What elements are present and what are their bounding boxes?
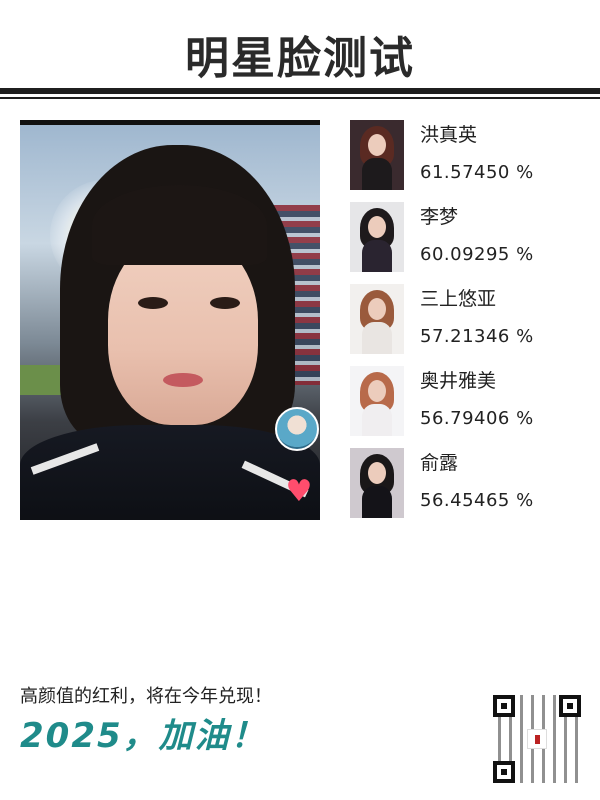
right-eye [210, 297, 240, 309]
thumbnail-body [362, 322, 392, 354]
similarity-score: 56.45465 % [420, 490, 534, 511]
page: 明星脸测试 ♥ 洪真英 61.57450 % 李梦 60.09295 % 三上悠… [0, 0, 600, 800]
similarity-score: 60.09295 % [420, 244, 534, 265]
bangs [92, 185, 267, 265]
celebrity-name: 俞露 [420, 452, 459, 474]
result-item: 李梦 60.09295 % [350, 202, 570, 272]
uploaded-photo: ♥ [20, 120, 320, 520]
header-divider-thin [0, 97, 600, 99]
result-item: 奥井雅美 56.79406 % [350, 366, 570, 436]
slogan-headline: 2025，加油！ [20, 716, 267, 756]
celebrity-thumbnail [350, 448, 404, 518]
celebrity-thumbnail [350, 120, 404, 190]
thumbnail-face [368, 462, 386, 484]
qr-finder [493, 761, 515, 783]
qr-logo [527, 729, 547, 749]
thumbnail-body [362, 240, 392, 272]
header-divider-thick [0, 88, 600, 94]
qr-finder [493, 695, 515, 717]
left-eye [138, 297, 168, 309]
result-item: 俞露 56.45465 % [350, 448, 570, 518]
celebrity-name: 三上悠亚 [420, 288, 497, 310]
slogan-line: 高颜值的红利，将在今年兑现！ [20, 686, 272, 707]
thumbnail-face [368, 216, 386, 238]
profile-avatar-badge [275, 407, 319, 451]
thumbnail-body [362, 404, 392, 436]
celebrity-name: 奥井雅美 [420, 370, 497, 392]
lips [163, 373, 203, 387]
thumbnail-body [362, 158, 392, 190]
similarity-score: 56.79406 % [420, 408, 534, 429]
result-item: 三上悠亚 57.21346 % [350, 284, 570, 354]
celebrity-thumbnail [350, 366, 404, 436]
result-item: 洪真英 61.57450 % [350, 120, 570, 190]
celebrity-thumbnail [350, 202, 404, 272]
celebrity-thumbnail [350, 284, 404, 354]
thumbnail-body [362, 486, 392, 518]
similarity-score: 57.21346 % [420, 326, 534, 347]
thumbnail-face [368, 380, 386, 402]
celebrity-name: 洪真英 [420, 124, 478, 146]
thumbnail-face [368, 298, 386, 320]
jacket [20, 425, 320, 520]
heart-icon: ♥ [285, 474, 313, 509]
thumbnail-face [368, 134, 386, 156]
qr-finder [559, 695, 581, 717]
page-title: 明星脸测试 [185, 33, 415, 84]
qr-code-icon[interactable] [493, 695, 581, 783]
similarity-score: 61.57450 % [420, 162, 534, 183]
celebrity-name: 李梦 [420, 206, 459, 228]
